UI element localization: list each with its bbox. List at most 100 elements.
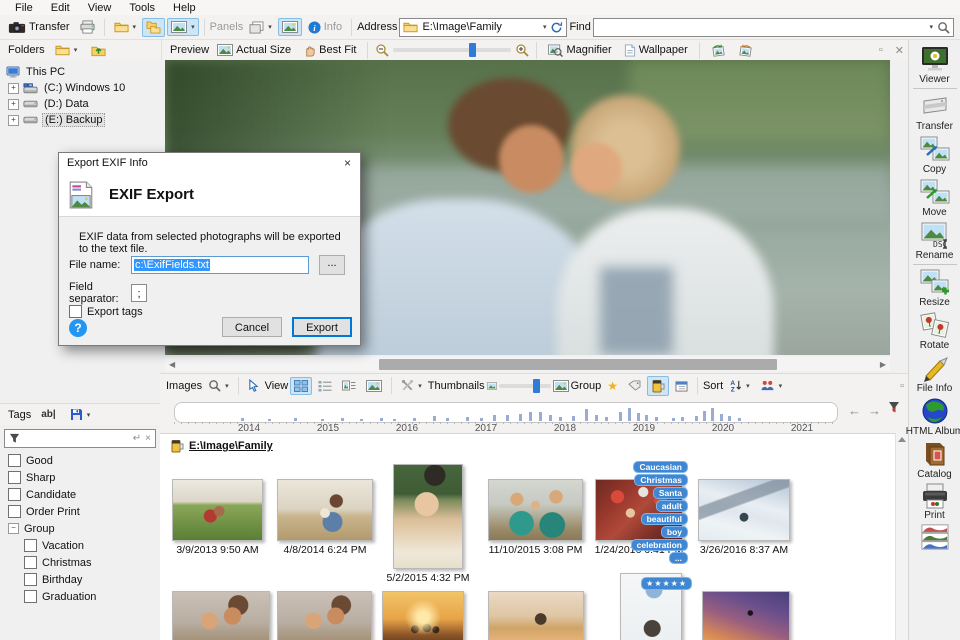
thumbnail[interactable]: Caucasian Christmas Santa adult beautiful boy… xyxy=(595,461,688,564)
tag-checkbox[interactable] xyxy=(8,471,21,484)
tag-filter-box[interactable]: ↵ × xyxy=(4,429,156,448)
thumbnail-photo-grand[interactable] xyxy=(488,479,583,541)
refresh-icon[interactable] xyxy=(550,21,563,34)
slider-thumb[interactable] xyxy=(468,43,476,57)
cancel-button[interactable]: Cancel xyxy=(222,317,282,337)
tag-item-vacation[interactable]: Vacation xyxy=(0,537,160,554)
thumbnail[interactable] xyxy=(702,591,790,640)
scroll-thumb[interactable] xyxy=(379,358,778,370)
tag-item-group[interactable]: − Group xyxy=(0,520,160,537)
timeline-filter-icon[interactable] xyxy=(888,401,900,414)
tag-item-christmas[interactable]: Christmas xyxy=(0,554,160,571)
scroll-up-icon[interactable] xyxy=(898,437,906,442)
sidebar-item-catalog[interactable]: Catalog xyxy=(909,440,960,480)
thumbnail[interactable]: 3/26/2016 8:37 AM xyxy=(698,479,790,556)
find-input[interactable] xyxy=(596,20,925,34)
tag-checkbox[interactable] xyxy=(8,505,21,518)
chevron-down-icon[interactable]: ▾ xyxy=(543,23,547,31)
browser-layout-toggle[interactable]: ▾ xyxy=(167,18,199,36)
thumbnails-scrollbar[interactable] xyxy=(895,433,908,640)
timeline-prev-icon[interactable]: ← xyxy=(848,403,861,418)
save-tags-button[interactable]: ▾ xyxy=(66,405,95,424)
print-button[interactable] xyxy=(76,17,99,37)
timeline-next-icon[interactable]: → xyxy=(868,403,881,418)
slider-thumb[interactable] xyxy=(532,378,540,393)
folder-tree-item[interactable]: This PC xyxy=(0,64,160,80)
thumbnail-photo-winter[interactable] xyxy=(698,479,790,541)
sidebar-item-rename[interactable]: DSC Rename xyxy=(909,221,960,261)
panels-button[interactable]: ▾ xyxy=(245,18,276,37)
sidebar-item-move[interactable]: Move xyxy=(909,178,960,218)
sort-az-button[interactable]: A Z ▾ xyxy=(725,376,754,395)
large-thumbnail-icon[interactable] xyxy=(552,379,569,392)
thumbnail-photo-jump[interactable] xyxy=(702,591,790,640)
thumbnail-photo-kissgirl[interactable] xyxy=(172,591,270,640)
thumbnail[interactable] xyxy=(277,591,372,640)
magnifier-button[interactable]: Magnifier xyxy=(544,41,615,60)
pane-close-icon[interactable]: ✕ xyxy=(891,44,908,57)
thumbnail-photo-sunsetfam[interactable] xyxy=(382,591,464,640)
sidebar-item-viewer[interactable]: Viewer xyxy=(909,45,960,85)
find-field[interactable]: ▾ xyxy=(592,17,954,37)
tag-checkbox[interactable] xyxy=(24,556,37,569)
sidebar-item-file-info[interactable]: File Info xyxy=(909,354,960,394)
tools-button[interactable]: ▾ xyxy=(397,376,426,395)
tag-item-sharp[interactable]: Sharp xyxy=(0,469,160,486)
search-icon[interactable] xyxy=(937,21,950,34)
thumbnail-size-slider[interactable] xyxy=(498,378,551,393)
thumbnail[interactable]: 11/10/2015 3:08 PM xyxy=(488,479,583,556)
sidebar-item-print[interactable]: Print xyxy=(909,483,960,521)
wallpaper-button[interactable]: Wallpaper xyxy=(620,41,692,60)
browse-button[interactable]: ... xyxy=(319,255,345,275)
tag-checkbox[interactable] xyxy=(24,573,37,586)
tag-item-birthday[interactable]: Birthday xyxy=(0,571,160,588)
field-separator-input[interactable]: ; xyxy=(131,284,147,302)
sidebar-item-histogram[interactable] xyxy=(909,524,960,551)
folder-link[interactable]: E:\Image\Family xyxy=(189,440,273,452)
thumbnail[interactable] xyxy=(488,591,584,640)
dialog-title-bar[interactable]: Export EXIF Info × xyxy=(59,153,360,173)
tag-item-graduation[interactable]: Graduation xyxy=(0,588,160,605)
view-details-button[interactable] xyxy=(338,377,360,395)
thumbnail[interactable] xyxy=(382,591,464,640)
thumbnail-photo-beachsunset[interactable] xyxy=(488,591,584,640)
sidebar-item-html-album[interactable]: HTML Album xyxy=(906,397,960,437)
dialog-close-icon[interactable]: × xyxy=(335,156,360,170)
group-by-date-button[interactable] xyxy=(671,377,692,395)
tag-filter-input[interactable] xyxy=(24,431,129,446)
zoom-out-icon[interactable] xyxy=(375,43,390,57)
help-button[interactable]: ? xyxy=(69,319,87,337)
image-panel-toggle[interactable] xyxy=(277,18,302,36)
transfer-button[interactable]: Transfer xyxy=(4,18,74,37)
thumbnail[interactable]: 3/9/2013 9:50 AM xyxy=(172,479,263,556)
thumbnail[interactable] xyxy=(172,591,270,640)
preview-zoom-slider[interactable] xyxy=(393,43,512,57)
pane-minimize-icon[interactable]: ▫ xyxy=(875,44,887,56)
thumbnail[interactable]: 5/2/2015 4:32 PM xyxy=(387,464,469,584)
info-button[interactable]: i Info xyxy=(304,18,346,37)
tag-checkbox[interactable] xyxy=(24,539,37,552)
tag-checkbox[interactable] xyxy=(8,488,21,501)
folder-tree-item[interactable]: + (E:) Backup xyxy=(0,112,160,128)
rename-tag-button[interactable]: ab| xyxy=(37,406,59,423)
folder-tree-item[interactable]: + (D:) Data xyxy=(0,96,160,112)
tag-item-order-print[interactable]: Order Print xyxy=(0,503,160,520)
tag-item-candidate[interactable]: Candidate xyxy=(0,486,160,503)
group-by-tags-button[interactable] xyxy=(624,377,645,394)
folder-up-button[interactable] xyxy=(87,41,110,60)
sort-people-button[interactable]: ▾ xyxy=(756,377,787,394)
scroll-left-icon[interactable]: ◀ xyxy=(165,360,179,369)
tag-checkbox[interactable] xyxy=(8,454,21,467)
expand-icon[interactable]: + xyxy=(8,114,19,126)
address-combobox[interactable]: E:\Image\Family ▾ xyxy=(399,17,568,37)
rotate-right-button[interactable] xyxy=(734,41,757,60)
scroll-right-icon[interactable]: ▶ xyxy=(876,360,890,369)
menu-item-file[interactable]: File xyxy=(6,1,42,15)
collapse-icon[interactable]: − xyxy=(8,523,19,534)
menu-item-tools[interactable]: Tools xyxy=(120,1,164,15)
file-name-input[interactable]: c:\ExifFields.txt xyxy=(131,256,309,274)
view-large-button[interactable] xyxy=(362,377,386,395)
thumbnail-photo-beach[interactable] xyxy=(277,479,373,541)
sidebar-item-resize[interactable]: Resize xyxy=(909,268,960,308)
expand-icon[interactable]: + xyxy=(8,82,19,94)
